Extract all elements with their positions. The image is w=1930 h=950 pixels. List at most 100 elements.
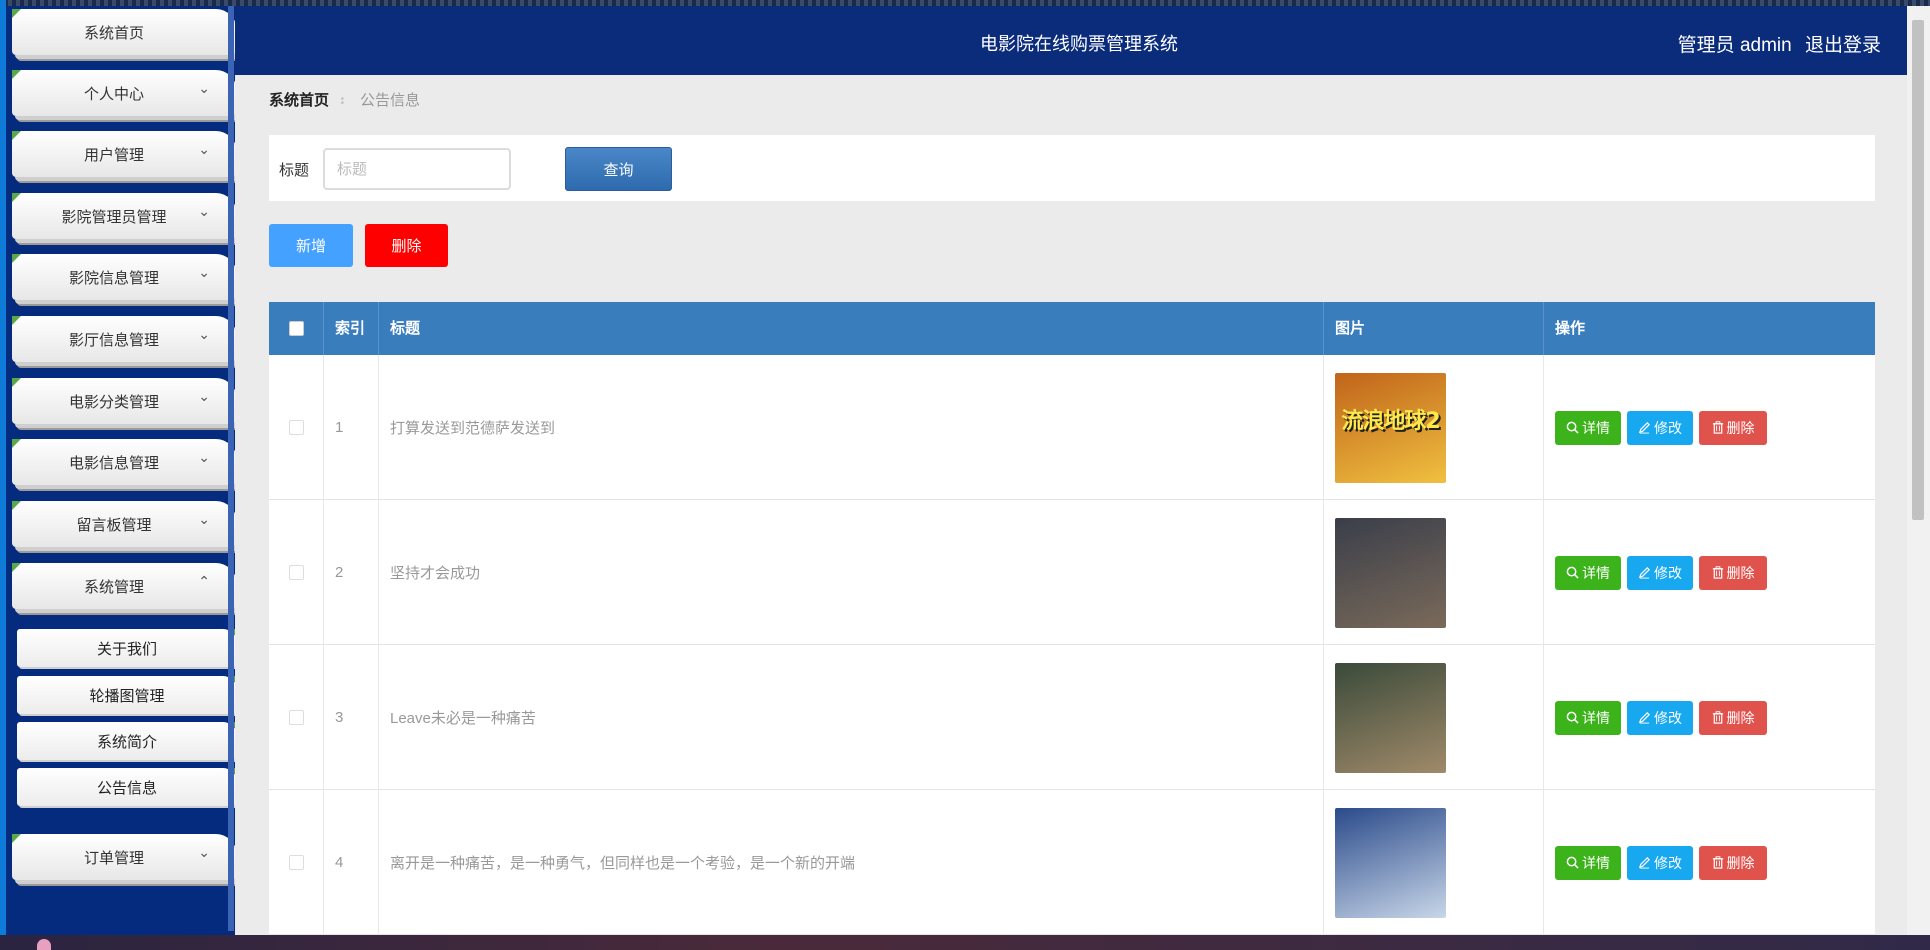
table-row: 3 Leave未必是一种痛苦 详情 修改 删除 bbox=[269, 645, 1875, 790]
search-title-label: 标题 bbox=[279, 162, 310, 179]
sidebar-item-personal-center[interactable]: 个人中心 ⌄ bbox=[12, 70, 236, 116]
delete-row-button[interactable]: 删除 bbox=[1699, 845, 1767, 880]
sidebar-item-movie-category-management[interactable]: 电影分类管理 ⌄ bbox=[12, 378, 236, 424]
edit-button[interactable]: 修改 bbox=[1627, 845, 1693, 880]
movie-poster-image[interactable] bbox=[1335, 662, 1446, 773]
breadcrumb-current: 公告信息 bbox=[360, 92, 421, 109]
row-index: 2 bbox=[324, 500, 379, 645]
sidebar-item-order-management[interactable]: 订单管理 ⌄ bbox=[12, 834, 236, 880]
table-header: 索引 标题 图片 操作 bbox=[269, 302, 1875, 355]
pencil-icon bbox=[1638, 566, 1654, 579]
sidebar-item-system-management[interactable]: 系统管理 ⌃ bbox=[12, 563, 236, 609]
sidebar-item-cinema-info-management[interactable]: 影院信息管理 ⌄ bbox=[12, 254, 236, 300]
detail-button-label: 详情 bbox=[1582, 419, 1610, 436]
sidebar-item-hall-info-management[interactable]: 影厅信息管理 ⌄ bbox=[12, 316, 236, 362]
admin-username: 管理员 admin bbox=[1677, 35, 1792, 56]
movie-poster-image[interactable]: 流浪地球2 bbox=[1335, 372, 1446, 483]
row-ops-cell: 详情 修改 删除 bbox=[1544, 645, 1875, 790]
pencil-icon bbox=[1638, 856, 1654, 869]
pencil-icon bbox=[1638, 421, 1654, 434]
detail-button-label: 详情 bbox=[1582, 709, 1610, 726]
breadcrumb-separator: ⠆ bbox=[339, 92, 351, 109]
detail-button[interactable]: 详情 bbox=[1555, 700, 1621, 735]
chevron-down-icon: ⌄ bbox=[198, 449, 210, 465]
sidebar-item-movie-info-management[interactable]: 电影信息管理 ⌄ bbox=[12, 439, 236, 485]
trash-icon bbox=[1712, 711, 1727, 724]
batch-delete-button[interactable]: 删除 bbox=[365, 224, 448, 267]
trash-icon bbox=[1712, 566, 1727, 579]
search-icon bbox=[1566, 856, 1582, 869]
search-panel: 标题 查询 bbox=[269, 135, 1875, 201]
edit-button[interactable]: 修改 bbox=[1627, 700, 1693, 735]
announcements-table: 索引 标题 图片 操作 1 打算发送到范德萨发送到 流浪地球2 详情 修改 删除 2 坚持才会… bbox=[269, 302, 1875, 935]
edit-button[interactable]: 修改 bbox=[1627, 410, 1693, 445]
detail-button[interactable]: 详情 bbox=[1555, 845, 1621, 880]
add-button[interactable]: 新增 bbox=[269, 224, 353, 267]
chevron-down-icon: ⌄ bbox=[198, 844, 210, 860]
detail-button[interactable]: 详情 bbox=[1555, 555, 1621, 590]
row-title: 坚持才会成功 bbox=[379, 500, 1324, 645]
taskbar-app-icon[interactable] bbox=[37, 939, 51, 950]
sidebar-subitem-about-us[interactable]: 关于我们 bbox=[17, 629, 237, 667]
row-checkbox[interactable] bbox=[288, 855, 304, 870]
row-ops-cell: 详情 修改 删除 bbox=[1544, 355, 1875, 500]
row-image-cell bbox=[1324, 645, 1544, 790]
edit-button-label: 修改 bbox=[1654, 564, 1682, 581]
row-image-cell bbox=[1324, 500, 1544, 645]
chevron-down-icon: ⌄ bbox=[198, 326, 210, 342]
select-all-checkbox[interactable] bbox=[288, 321, 304, 336]
app-title: 电影院在线购票管理系统 bbox=[980, 34, 1178, 54]
sidebar-item-label: 影厅信息管理 bbox=[68, 331, 159, 349]
row-checkbox-cell bbox=[269, 355, 324, 500]
sidebar-item-message-board-management[interactable]: 留言板管理 ⌄ bbox=[12, 501, 236, 547]
header-user-area: 管理员 admin 退出登录 bbox=[1670, 30, 1881, 57]
detail-button[interactable]: 详情 bbox=[1555, 410, 1621, 445]
trash-icon bbox=[1712, 421, 1727, 434]
delete-row-button[interactable]: 删除 bbox=[1699, 410, 1767, 445]
search-icon bbox=[1566, 421, 1582, 434]
row-title: Leave未必是一种痛苦 bbox=[379, 645, 1324, 790]
movie-poster-image[interactable] bbox=[1335, 517, 1446, 628]
detail-button-label: 详情 bbox=[1582, 854, 1610, 871]
logout-link[interactable]: 退出登录 bbox=[1805, 35, 1881, 56]
edit-button[interactable]: 修改 bbox=[1627, 555, 1693, 590]
sidebar-scrollbar[interactable] bbox=[228, 6, 234, 931]
sidebar-item-home[interactable]: 系统首页 bbox=[12, 9, 236, 55]
movie-poster-image[interactable] bbox=[1335, 807, 1446, 918]
delete-row-button[interactable]: 删除 bbox=[1699, 700, 1767, 735]
row-ops-cell: 详情 修改 删除 bbox=[1544, 500, 1875, 645]
chevron-down-icon: ⌄ bbox=[198, 80, 210, 96]
sidebar-subitem-label: 关于我们 bbox=[96, 640, 157, 658]
row-checkbox-cell bbox=[269, 500, 324, 645]
search-button[interactable]: 查询 bbox=[565, 147, 672, 191]
sidebar-item-label: 系统首页 bbox=[83, 24, 144, 42]
sidebar-subitem-announcements[interactable]: 公告信息 bbox=[17, 768, 237, 806]
chevron-down-icon: ⌄ bbox=[198, 388, 210, 404]
chevron-up-icon: ⌃ bbox=[198, 573, 210, 589]
breadcrumb: 系统首页 ⠆ 公告信息 bbox=[269, 89, 420, 110]
chevron-down-icon: ⌄ bbox=[198, 511, 210, 527]
detail-button-label: 详情 bbox=[1582, 564, 1610, 581]
table-row: 4 离开是一种痛苦，是一种勇气，但同样也是一个考验，是一个新的开端 详情 修改 删除 bbox=[269, 790, 1875, 935]
sidebar-item-cinema-admin-management[interactable]: 影院管理员管理 ⌄ bbox=[12, 193, 236, 239]
breadcrumb-home[interactable]: 系统首页 bbox=[269, 92, 329, 109]
row-checkbox[interactable] bbox=[288, 565, 304, 580]
search-icon bbox=[1566, 711, 1582, 724]
sidebar-item-label: 留言板管理 bbox=[76, 516, 152, 534]
sidebar-subitem-carousel-management[interactable]: 轮播图管理 bbox=[17, 676, 237, 714]
page-scrollbar-thumb[interactable] bbox=[1912, 20, 1924, 520]
sidebar-item-user-management[interactable]: 用户管理 ⌄ bbox=[12, 131, 236, 177]
row-checkbox[interactable] bbox=[288, 710, 304, 725]
sidebar-item-label: 订单管理 bbox=[83, 849, 144, 867]
edit-button-label: 修改 bbox=[1654, 854, 1682, 871]
delete-row-button[interactable]: 删除 bbox=[1699, 555, 1767, 590]
row-checkbox[interactable] bbox=[288, 420, 304, 435]
chevron-down-icon: ⌄ bbox=[198, 141, 210, 157]
pencil-icon bbox=[1638, 711, 1654, 724]
column-header-image: 图片 bbox=[1324, 302, 1544, 355]
search-title-input[interactable] bbox=[323, 148, 511, 190]
delete-button-label: 删除 bbox=[1726, 564, 1755, 581]
sidebar-item-label: 影院管理员管理 bbox=[61, 208, 167, 226]
sidebar-subitem-system-intro[interactable]: 系统简介 bbox=[17, 722, 237, 760]
page-scrollbar[interactable] bbox=[1907, 6, 1930, 935]
